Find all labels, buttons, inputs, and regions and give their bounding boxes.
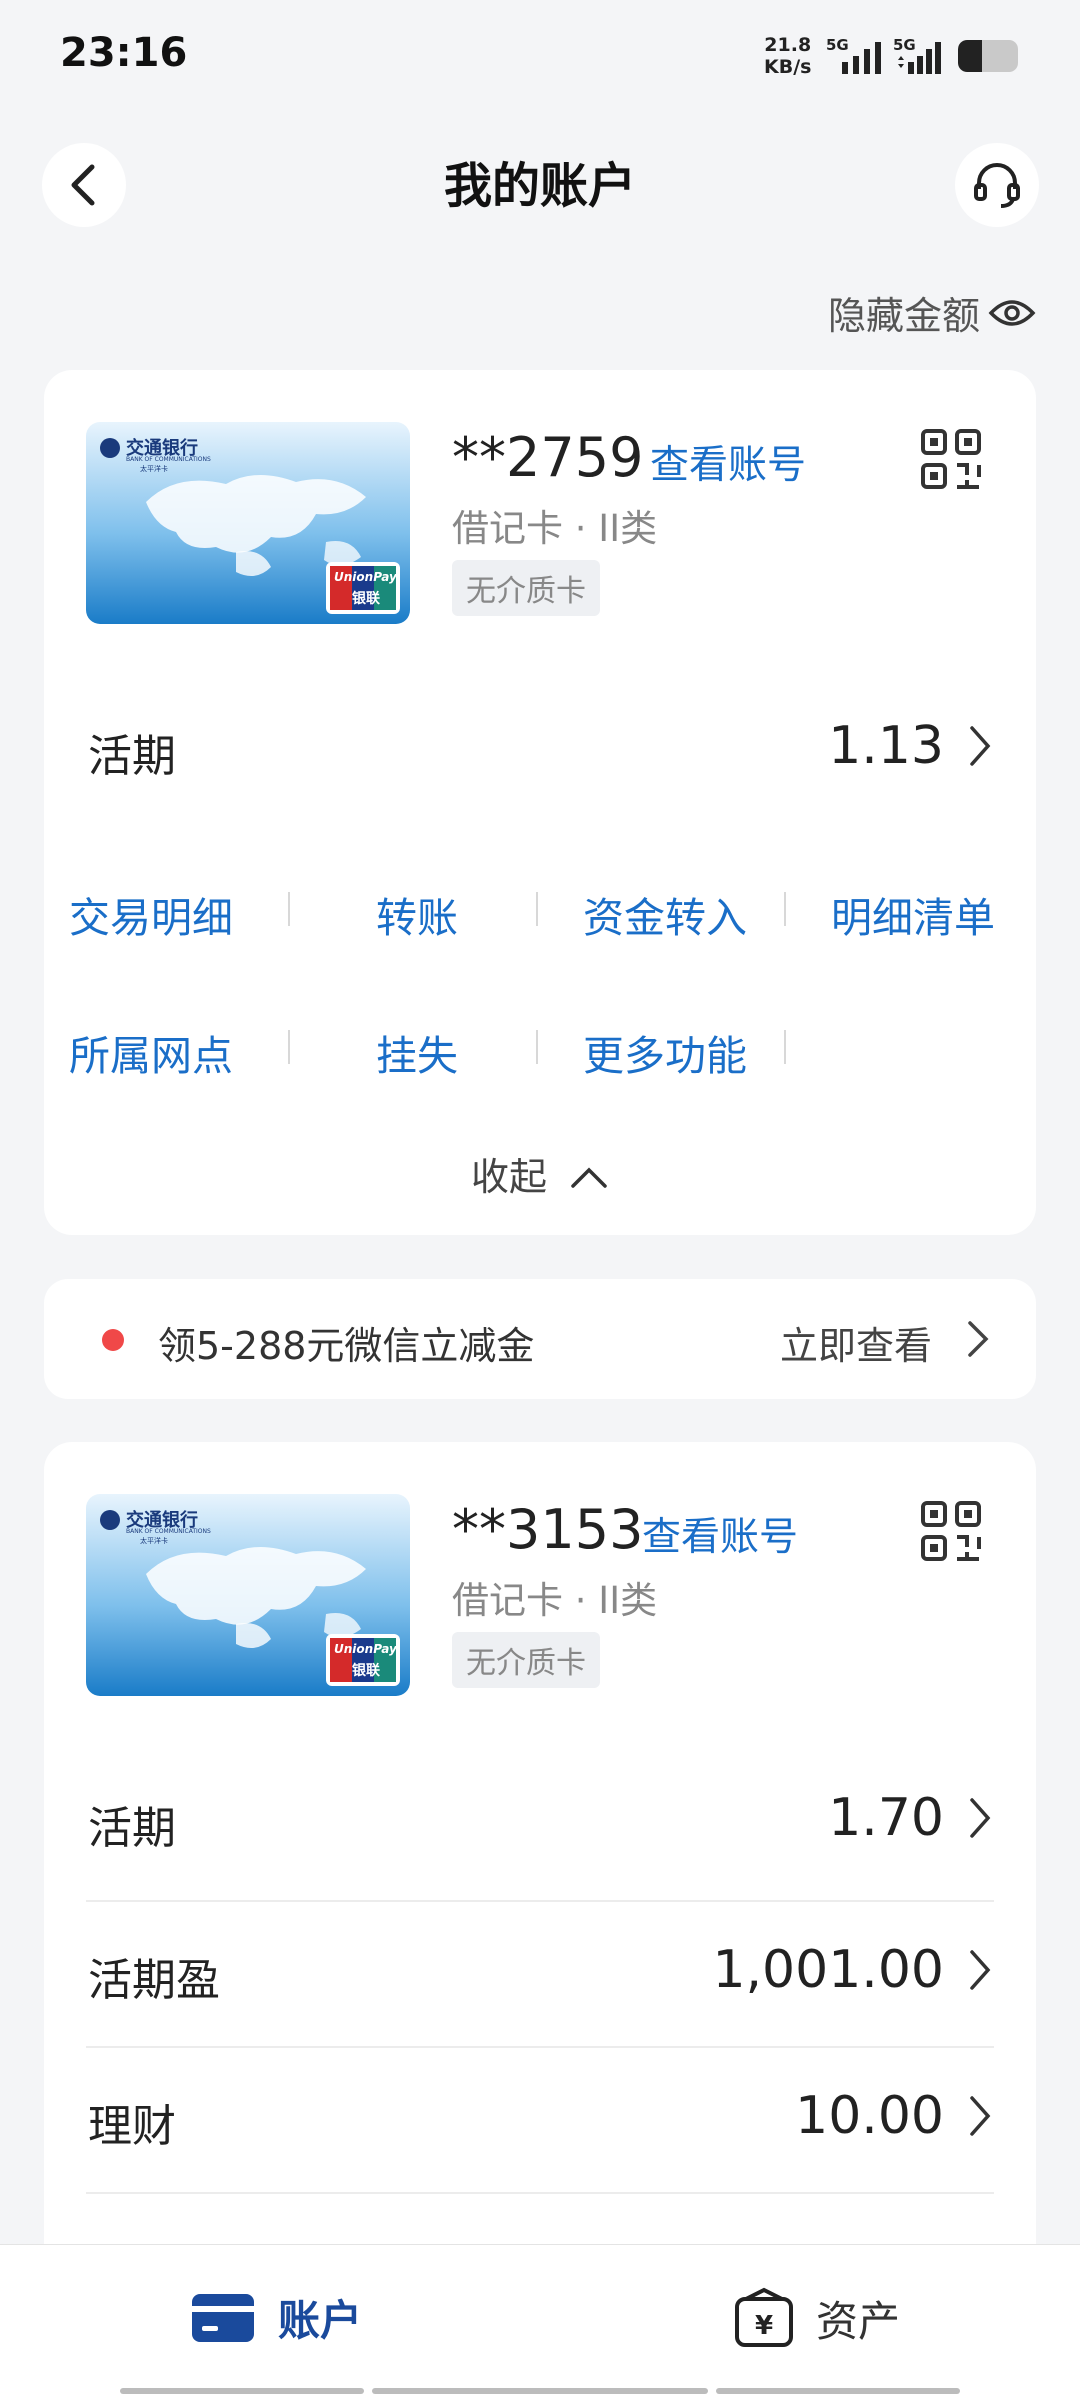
action-report-loss[interactable]: 挂失 <box>292 1022 542 1082</box>
hide-amount-label: 隐藏金额 <box>827 294 980 338</box>
promo-text: 领5-288元微信立减金 <box>158 1324 535 1368</box>
view-account-link[interactable]: 查看账号 <box>650 434 806 490</box>
account-card-2: 交通银行 BANK OF COMMUNICATIONS 太平洋卡 UnionPa… <box>44 1442 1036 2282</box>
card-icon <box>192 2293 254 2342</box>
card-type: 借记卡 · II类 <box>452 1579 658 1622</box>
divider <box>536 1030 538 1064</box>
row-value: 1.13 <box>828 716 944 776</box>
bank-card-image: 交通银行 BANK OF COMMUNICATIONS 太平洋卡 UnionPa… <box>86 1494 410 1696</box>
row-divider <box>86 2046 994 2048</box>
collapse-button[interactable]: 收起 <box>44 1146 1036 1201</box>
divider <box>784 892 786 926</box>
row-label: 活期盈 <box>88 1955 220 2006</box>
view-account-link[interactable]: 查看账号 <box>642 1506 798 1562</box>
action-transfer[interactable]: 转账 <box>292 884 542 944</box>
action-more[interactable]: 更多功能 <box>540 1022 790 1082</box>
svg-text:¥: ¥ <box>755 2311 773 2341</box>
promo-dot <box>102 1329 124 1351</box>
row-value: 1,001.00 <box>712 1940 944 2000</box>
bank-name-en: BANK OF COMMUNICATIONS <box>126 456 211 463</box>
nav-tab-account[interactable]: 账户 <box>190 2287 362 2348</box>
card-tag: 无介质卡 <box>452 1632 600 1688</box>
bank-sub-name: 太平洋卡 <box>140 1537 168 1545</box>
divider <box>536 892 538 926</box>
bank-name-en: BANK OF COMMUNICATIONS <box>126 1528 211 1535</box>
account-number: **3153 <box>452 1498 644 1561</box>
page-title: 我的账户 <box>443 158 636 214</box>
row-label: 活期 <box>88 1803 176 1854</box>
home-indicator-segment <box>120 2388 364 2394</box>
qr-code-icon[interactable] <box>920 1500 982 1562</box>
row-value: 1.70 <box>828 1788 944 1848</box>
account-card-1: 交通银行 BANK OF COMMUNICATIONS 太平洋卡 UnionPa… <box>44 370 1036 1235</box>
nav-tab-assets[interactable]: ¥ 资产 <box>734 2287 900 2349</box>
promo-banner[interactable]: 领5-288元微信立减金 立即查看 <box>44 1279 1036 1399</box>
action-fund-in[interactable]: 资金转入 <box>540 884 790 944</box>
customer-service-button[interactable] <box>955 143 1039 227</box>
row-label: 活期 <box>88 731 176 782</box>
qr-code-icon[interactable] <box>920 428 982 490</box>
bottom-nav: 账户 ¥ 资产 <box>0 2244 1080 2401</box>
divider <box>784 1030 786 1064</box>
nav-label: 资产 <box>816 2296 901 2346</box>
unionpay-logo-cn: 银联 <box>352 591 380 607</box>
action-branch[interactable]: 所属网点 <box>26 1022 276 1082</box>
chevron-right-icon <box>970 2096 991 2136</box>
bank-card-image: 交通银行 BANK OF COMMUNICATIONS 太平洋卡 UnionPa… <box>86 422 410 624</box>
home-indicator-segment <box>716 2388 960 2394</box>
promo-action[interactable]: 立即查看 <box>780 1315 932 1370</box>
action-transaction-detail[interactable]: 交易明细 <box>26 884 276 944</box>
hide-amount-toggle[interactable]: 隐藏金额 <box>828 285 1036 340</box>
battery-icon <box>958 40 1018 72</box>
status-bar: 23:16 21.8 KB/s 5G 5G <box>0 0 1080 110</box>
chevron-right-icon <box>968 1321 989 1357</box>
divider <box>288 892 290 926</box>
row-value: 10.00 <box>795 2086 944 2146</box>
nav-label: 账户 <box>278 2296 363 2345</box>
row-label: 理财 <box>88 2101 176 2152</box>
bank-sub-name: 太平洋卡 <box>140 465 168 473</box>
divider <box>288 1030 290 1064</box>
unionpay-logo-text: UnionPay <box>334 570 397 584</box>
row-divider <box>86 2192 994 2194</box>
chevron-right-icon <box>970 726 991 766</box>
row-divider <box>86 1900 994 1902</box>
chevron-up-icon <box>571 1167 607 1188</box>
signal-icon <box>842 42 881 74</box>
chevron-right-icon <box>970 1950 991 1990</box>
card-type: 借记卡 · II类 <box>452 507 658 550</box>
action-statement[interactable]: 明细清单 <box>788 884 1038 944</box>
status-time: 23:16 <box>60 30 188 76</box>
unionpay-logo-cn: 银联 <box>352 1663 380 1679</box>
network-speed: 21.8 KB/s <box>764 34 812 78</box>
account-number: **2759 <box>452 426 644 489</box>
signal-icon-2 <box>898 42 941 74</box>
home-indicator-segment <box>372 2388 708 2394</box>
eye-icon <box>988 299 1036 326</box>
unionpay-logo-text: UnionPay <box>334 1642 397 1656</box>
chevron-right-icon <box>970 1798 991 1838</box>
headset-icon <box>974 163 1020 208</box>
wallet-yen-icon: ¥ <box>735 2287 793 2347</box>
card-tag: 无介质卡 <box>452 560 600 616</box>
